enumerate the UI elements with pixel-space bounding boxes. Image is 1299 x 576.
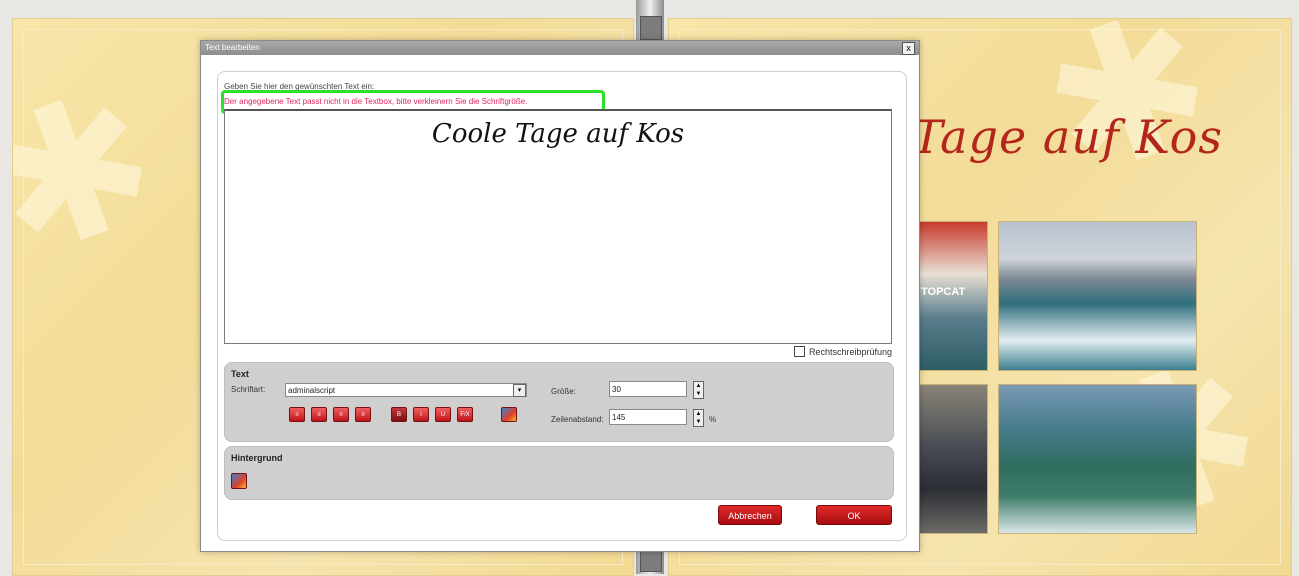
spellcheck-label: Rechtschreibprüfung (808, 346, 892, 357)
photo-windsurfer-jump[interactable] (998, 221, 1197, 371)
text-settings-panel: Text Schriftart: adminalscript ▾ Größe: … (224, 362, 894, 442)
align-right-button[interactable]: ≡ (333, 407, 349, 422)
background-panel-title: Hintergrund (231, 453, 283, 463)
align-center-button[interactable]: ≡ (311, 407, 327, 422)
photo-caption: TOPCAT (921, 286, 966, 298)
warning-message: Der angegebene Text passt nicht in die T… (224, 97, 528, 106)
size-stepper[interactable]: ▲ ▼ (693, 381, 704, 399)
background-color-icon[interactable] (231, 473, 247, 489)
line-spacing-stepper[interactable]: ▲ ▼ (693, 409, 704, 427)
edit-text-dialog: Text bearbeiten x Geben Sie hier den gew… (200, 40, 920, 552)
album-page-title[interactable]: Tage auf Kos (912, 110, 1223, 164)
text-input-area[interactable]: Coole Tage auf Kos (224, 109, 892, 344)
chevron-down-icon[interactable]: ▾ (513, 384, 526, 397)
spellcheck-option[interactable]: Rechtschreibprüfung (793, 346, 892, 357)
cancel-button[interactable]: Abbrechen (718, 505, 782, 525)
photo-motorbike[interactable] (914, 384, 988, 534)
bold-button[interactable]: B (391, 407, 407, 422)
font-select[interactable]: adminalscript (285, 383, 527, 397)
dialog-titlebar[interactable]: Text bearbeiten x (201, 41, 919, 55)
spellcheck-checkbox[interactable] (793, 346, 805, 357)
dialog-title: Text bearbeiten (205, 43, 260, 52)
size-input[interactable]: 30 (609, 381, 687, 397)
line-spacing-label: Zeilenabstand: (551, 415, 604, 424)
justify-button[interactable]: ≡ (355, 407, 371, 422)
line-spacing-input[interactable]: 145 (609, 409, 687, 425)
font-label: Schriftart: (231, 385, 266, 394)
underline-button[interactable]: U (435, 407, 451, 422)
photo-sail[interactable]: TOPCAT (914, 221, 988, 371)
photo-windsurfer-wave[interactable] (998, 384, 1197, 534)
background-settings-panel: Hintergrund (224, 446, 894, 500)
text-content: Coole Tage auf Kos (431, 119, 685, 149)
font-color-icon[interactable] (501, 407, 517, 422)
spine-clip (640, 16, 662, 40)
italic-button[interactable]: I (413, 407, 429, 422)
text-panel-title: Text (231, 369, 249, 379)
fit-text-button[interactable]: F/X (457, 407, 473, 422)
dialog-content: Geben Sie hier den gewünschten Text ein:… (217, 71, 907, 541)
ok-button[interactable]: OK (816, 505, 892, 525)
line-spacing-unit: % (709, 415, 717, 424)
size-label: Größe: (551, 387, 576, 396)
align-left-button[interactable]: ≡ (289, 407, 305, 422)
close-icon[interactable]: x (902, 42, 915, 55)
